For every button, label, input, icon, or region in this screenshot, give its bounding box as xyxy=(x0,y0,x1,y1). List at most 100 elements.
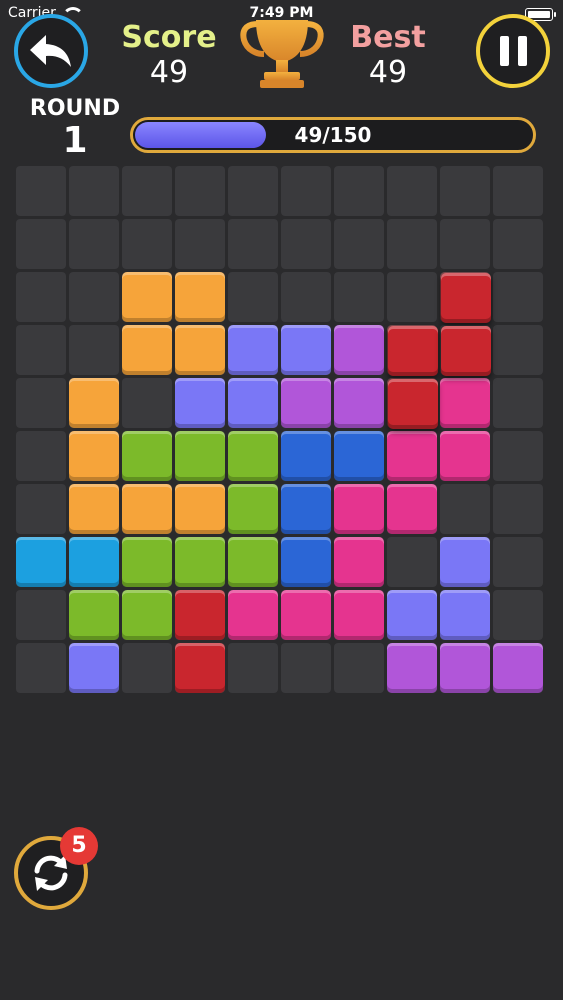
board-cell[interactable] xyxy=(281,219,331,269)
round-value: 1 xyxy=(62,120,88,161)
board-cell[interactable] xyxy=(493,590,543,640)
board-cell[interactable] xyxy=(493,272,543,322)
board-cell[interactable] xyxy=(16,272,66,322)
board-cell[interactable] xyxy=(16,484,66,534)
board-cell[interactable] xyxy=(334,272,384,322)
block-purple xyxy=(334,325,384,375)
board-cell[interactable] xyxy=(228,166,278,216)
falling-piece-block[interactable] xyxy=(387,378,438,429)
block-blue xyxy=(175,378,225,428)
board-cell[interactable] xyxy=(69,166,119,216)
board-cell[interactable] xyxy=(122,378,172,428)
board-cell[interactable] xyxy=(228,219,278,269)
board-cell[interactable] xyxy=(334,219,384,269)
board-cell[interactable] xyxy=(387,219,437,269)
refresh-count-badge: 5 xyxy=(60,827,98,865)
block-orange xyxy=(122,325,172,375)
board-cell[interactable] xyxy=(387,537,437,587)
board-cell[interactable] xyxy=(16,378,66,428)
board-cell[interactable] xyxy=(228,643,278,693)
board-cell[interactable] xyxy=(493,325,543,375)
block-pink xyxy=(387,484,437,534)
falling-piece-block[interactable] xyxy=(440,325,491,376)
board-cell[interactable] xyxy=(16,590,66,640)
falling-piece-block[interactable] xyxy=(387,325,438,376)
block-green xyxy=(69,590,119,640)
board-cell[interactable] xyxy=(69,325,119,375)
board-cell[interactable] xyxy=(16,325,66,375)
block-green xyxy=(122,537,172,587)
round-display: ROUND 1 xyxy=(20,96,130,161)
board-cell[interactable] xyxy=(493,484,543,534)
board-cell[interactable] xyxy=(493,378,543,428)
board-cell[interactable] xyxy=(16,166,66,216)
board-cell[interactable] xyxy=(387,166,437,216)
block-orange xyxy=(122,484,172,534)
board-cell[interactable] xyxy=(281,166,331,216)
block-purple xyxy=(281,378,331,428)
score-label: Score xyxy=(121,20,217,55)
board-cell[interactable] xyxy=(175,219,225,269)
board-cell[interactable] xyxy=(440,219,490,269)
board-cell[interactable] xyxy=(387,272,437,322)
block-blue xyxy=(228,378,278,428)
falling-piece-block[interactable] xyxy=(440,272,491,323)
board-cell[interactable] xyxy=(493,219,543,269)
board-cell[interactable] xyxy=(122,643,172,693)
board-cell[interactable] xyxy=(122,166,172,216)
progress-bar: 49/150 xyxy=(130,117,536,153)
block-orange xyxy=(175,325,225,375)
block-pink xyxy=(440,431,490,481)
block-pink xyxy=(334,590,384,640)
board-cell[interactable] xyxy=(228,272,278,322)
board-cell[interactable] xyxy=(16,219,66,269)
round-label: ROUND xyxy=(29,96,121,121)
board-cell[interactable] xyxy=(440,166,490,216)
block-green xyxy=(228,484,278,534)
block-purple xyxy=(440,643,490,693)
block-blue xyxy=(69,643,119,693)
block-darkblue xyxy=(281,484,331,534)
block-green xyxy=(122,590,172,640)
block-orange xyxy=(175,484,225,534)
score-display: Score 49 xyxy=(99,20,239,90)
board-cell[interactable] xyxy=(281,643,331,693)
board-cell[interactable] xyxy=(69,272,119,322)
best-value: 49 xyxy=(368,55,408,90)
board-cell[interactable] xyxy=(334,166,384,216)
block-darkblue xyxy=(281,537,331,587)
block-pink xyxy=(440,378,490,428)
board-cell[interactable] xyxy=(122,219,172,269)
block-orange xyxy=(175,272,225,322)
block-blue xyxy=(440,537,490,587)
block-pink xyxy=(228,590,278,640)
block-cyan xyxy=(69,537,119,587)
block-red xyxy=(175,590,225,640)
game-board[interactable] xyxy=(16,166,547,697)
block-green xyxy=(175,537,225,587)
board-cell[interactable] xyxy=(493,431,543,481)
board-cell[interactable] xyxy=(493,166,543,216)
block-pink xyxy=(334,537,384,587)
block-blue xyxy=(440,590,490,640)
board-cell[interactable] xyxy=(16,431,66,481)
block-pink xyxy=(387,431,437,481)
board-cell[interactable] xyxy=(175,166,225,216)
trophy-icon xyxy=(240,20,324,88)
board-cell[interactable] xyxy=(440,484,490,534)
board-cell[interactable] xyxy=(281,272,331,322)
block-blue xyxy=(387,590,437,640)
back-button[interactable] xyxy=(14,14,88,88)
board-cell[interactable] xyxy=(69,219,119,269)
board-cell[interactable] xyxy=(16,643,66,693)
board-cell[interactable] xyxy=(493,537,543,587)
best-label: Best xyxy=(350,20,426,55)
block-orange xyxy=(69,431,119,481)
pause-button[interactable] xyxy=(476,14,550,88)
best-display: Best 49 xyxy=(318,20,458,90)
block-darkblue xyxy=(281,431,331,481)
block-orange xyxy=(69,484,119,534)
block-pink xyxy=(334,484,384,534)
block-purple xyxy=(334,378,384,428)
board-cell[interactable] xyxy=(334,643,384,693)
